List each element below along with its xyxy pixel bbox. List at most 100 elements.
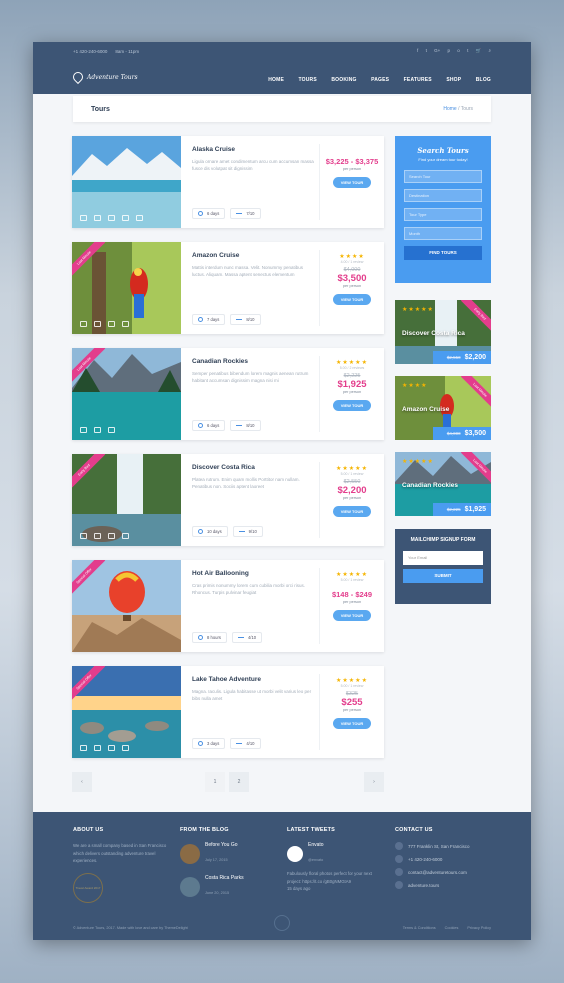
tour-title[interactable]: Hot Air Ballooning <box>192 570 316 577</box>
tour-title[interactable]: Amazon Cruise <box>192 252 316 259</box>
view-tour-button[interactable]: VIEW TOUR <box>332 610 372 621</box>
instagram-icon[interactable]: o <box>457 48 460 53</box>
promo-title: Amazon Cruise <box>402 406 450 413</box>
page-frame: +1 420-240-6000 8am - 11pm f t G+ p o t 🛒… <box>33 42 531 940</box>
footer-heading: ABOUT US <box>73 827 104 833</box>
contact-phone[interactable]: +1 420-240-6000 <box>395 855 493 863</box>
old-price: $2,225 <box>446 507 461 512</box>
tour-title[interactable]: Discover Costa Rica <box>192 464 316 471</box>
star-rating: ★★★★★ <box>402 459 434 465</box>
contact-skype[interactable]: adventure.tours <box>395 881 493 889</box>
promo-card[interactable]: ★★★★ Last Minute Amazon Cruise $4,000 $3,… <box>395 376 491 440</box>
star-rating: ★★★★★ <box>336 572 368 578</box>
destination-input[interactable]: Destination <box>404 189 482 202</box>
rating-pill: 7/10 <box>230 208 261 219</box>
breadcrumb: Home / Tours <box>443 106 473 112</box>
facebook-icon[interactable]: f <box>417 48 418 53</box>
post-thumbnail <box>180 844 200 864</box>
duration-pill: 3 days <box>192 738 226 749</box>
tour-title[interactable]: Alaska Cruise <box>192 146 316 153</box>
breadcrumb-current: Tours <box>460 106 473 112</box>
tour-image[interactable]: Special Offer <box>72 560 181 652</box>
blog-post[interactable]: Before You Go July 17, 2015 <box>180 842 278 866</box>
price: $148 - $249 <box>331 590 373 599</box>
submit-button[interactable]: SUBMIT <box>403 569 483 583</box>
view-tour-button[interactable]: VIEW TOUR <box>332 506 372 517</box>
price-box: ★★★★★ 5.00 / 1 review $2,550 $2,200 per pers… <box>319 462 384 538</box>
per-person: per person <box>342 496 362 500</box>
tour-title[interactable]: Canadian Rockies <box>192 358 316 365</box>
view-tour-button[interactable]: VIEW TOUR <box>332 177 372 188</box>
blog-post[interactable]: Costa Rica Parks June 20, 2015 <box>180 875 278 899</box>
logo[interactable]: Adventure Tours <box>70 69 138 85</box>
main-nav: HOME TOURS BOOKING PAGES FEATURES SHOP B… <box>258 68 491 86</box>
twitter-icon[interactable]: t <box>426 48 427 53</box>
price: $3,225 - $3,375 <box>325 157 379 166</box>
rating-text: 8/10 <box>246 423 255 428</box>
view-tour-button[interactable]: VIEW TOUR <box>332 400 372 411</box>
arrows-icon <box>237 637 244 638</box>
star-rating: ★★★★★ <box>336 360 368 366</box>
copyright-text: © Adventure Tours, 2017. Made with love … <box>73 926 188 930</box>
nav-pages[interactable]: PAGES <box>371 77 389 83</box>
footer-contact: CONTACT US 777 Franklin St, San Francisc… <box>395 827 493 894</box>
nav-shop[interactable]: SHOP <box>446 77 461 83</box>
nav-booking[interactable]: BOOKING <box>331 77 356 83</box>
hours-text: 8am - 11pm <box>115 48 140 54</box>
rating-pill: 8/10 <box>230 314 261 325</box>
prev-page-button[interactable]: ‹ <box>72 772 92 792</box>
month-select[interactable]: Month <box>404 227 482 240</box>
contact-email[interactable]: contact@adventuretours.com <box>395 868 493 876</box>
duration-pill: 8 hours <box>192 632 227 643</box>
page-1[interactable]: 1 <box>205 772 225 792</box>
view-tour-button[interactable]: VIEW TOUR <box>332 294 372 305</box>
page-2[interactable]: 2 <box>229 772 249 792</box>
tour-image[interactable] <box>72 136 181 228</box>
star-rating: ★★★★ <box>402 383 428 389</box>
arrows-icon <box>236 743 243 744</box>
promo-card[interactable]: ★★★★★ Early Bird Discover Costa Rica $2,… <box>395 300 491 364</box>
cart-icon[interactable]: 🛒 <box>476 48 482 53</box>
pinterest-icon[interactable]: p <box>448 48 451 53</box>
view-tour-button[interactable]: VIEW TOUR <box>332 718 372 729</box>
price-box: $3,225 - $3,375 per person VIEW TOUR <box>319 144 384 220</box>
cookies-link[interactable]: Cookies <box>445 926 459 930</box>
search-icon[interactable]: ⌕ <box>488 48 491 53</box>
email-field[interactable]: Your Email <box>403 551 483 565</box>
duration-text: 6 days <box>207 211 220 216</box>
tweet-author[interactable]: Envato @envato <box>287 842 385 866</box>
google-plus-icon[interactable]: G+ <box>434 48 440 53</box>
rating-text: 7/10 <box>246 211 255 216</box>
nav-home[interactable]: HOME <box>268 77 284 83</box>
promo-card[interactable]: ★★★★★ Last Minute Canadian Rockies $2,22… <box>395 452 491 516</box>
tour-image[interactable]: Last Minute <box>72 242 181 334</box>
tour-image[interactable]: Early Bird <box>72 454 181 546</box>
breadcrumb-home[interactable]: Home <box>443 106 456 112</box>
tweet-text: Fabulously floral photos perfect for you… <box>287 871 372 884</box>
tumblr-icon[interactable]: t <box>467 48 468 53</box>
tour-image[interactable]: Special Offer <box>72 666 181 758</box>
rating-text: 4/10 <box>247 635 257 640</box>
nav-blog[interactable]: BLOG <box>476 77 491 83</box>
tour-image[interactable]: Last Minute <box>72 348 181 440</box>
price: $2,200 <box>464 354 486 361</box>
clock-icon <box>198 529 203 534</box>
tour-desc: Cras primis nonummy lorem cum cubilia mo… <box>192 583 306 595</box>
breadcrumb-bar: Tours Home / Tours <box>73 96 491 122</box>
find-tours-button[interactable]: FIND TOURS <box>404 246 482 260</box>
duration-text: 3 days <box>207 741 220 746</box>
post-date: July 17, 2015 <box>205 858 228 862</box>
nav-features[interactable]: FEATURES <box>404 77 432 83</box>
next-page-button[interactable]: › <box>364 772 384 792</box>
privacy-link[interactable]: Privacy Policy <box>467 926 491 930</box>
footer-tweets: LATEST TWEETS Envato @envato Fabulously f… <box>287 827 385 893</box>
search-tour-input[interactable]: Search Tour <box>404 170 482 183</box>
review-count: 5.00 / 1 review <box>340 578 364 582</box>
price: $255 <box>341 697 363 708</box>
tour-type-select[interactable]: Tour Type <box>404 208 482 221</box>
nav-tours[interactable]: TOURS <box>298 77 316 83</box>
review-count: 5.00 / 2 reviews <box>339 366 365 370</box>
duration-pill: 7 days <box>192 314 226 325</box>
tour-title[interactable]: Lake Tahoe Adventure <box>192 676 316 683</box>
terms-link[interactable]: Terms & Conditions <box>403 926 436 930</box>
